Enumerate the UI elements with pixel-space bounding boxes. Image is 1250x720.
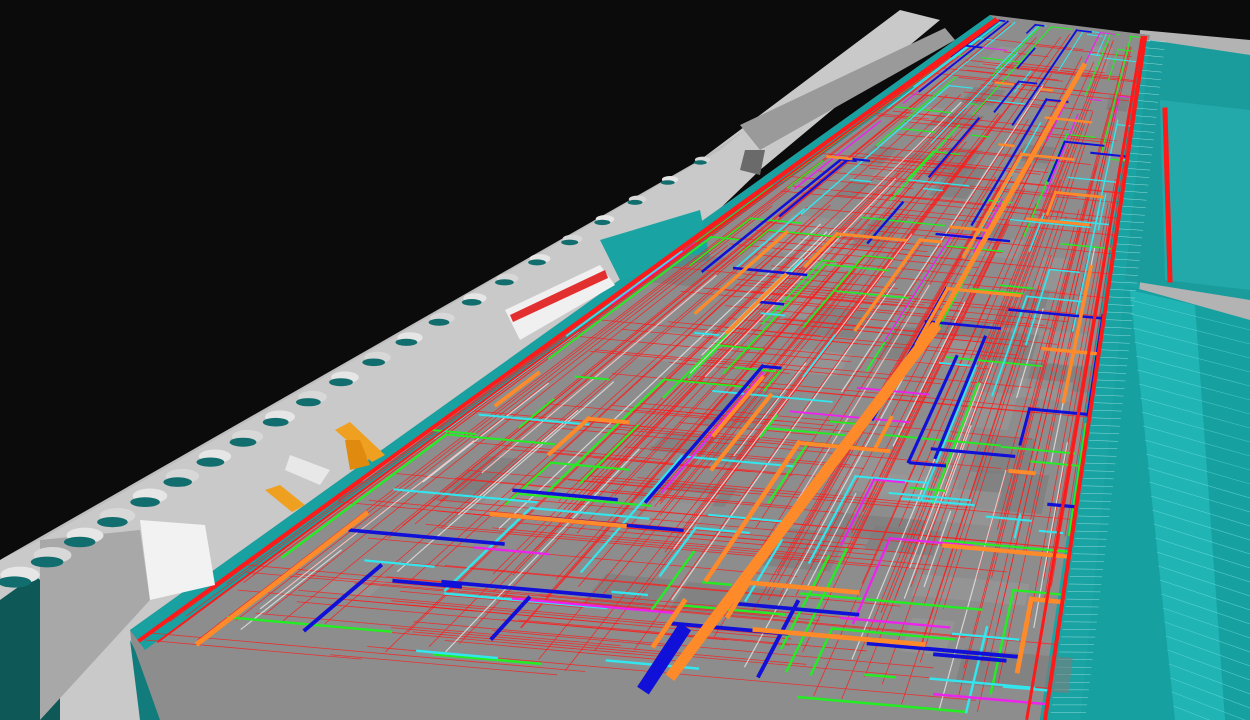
bim-scene xyxy=(0,10,1250,720)
model-viewport[interactable] xyxy=(0,0,1250,720)
